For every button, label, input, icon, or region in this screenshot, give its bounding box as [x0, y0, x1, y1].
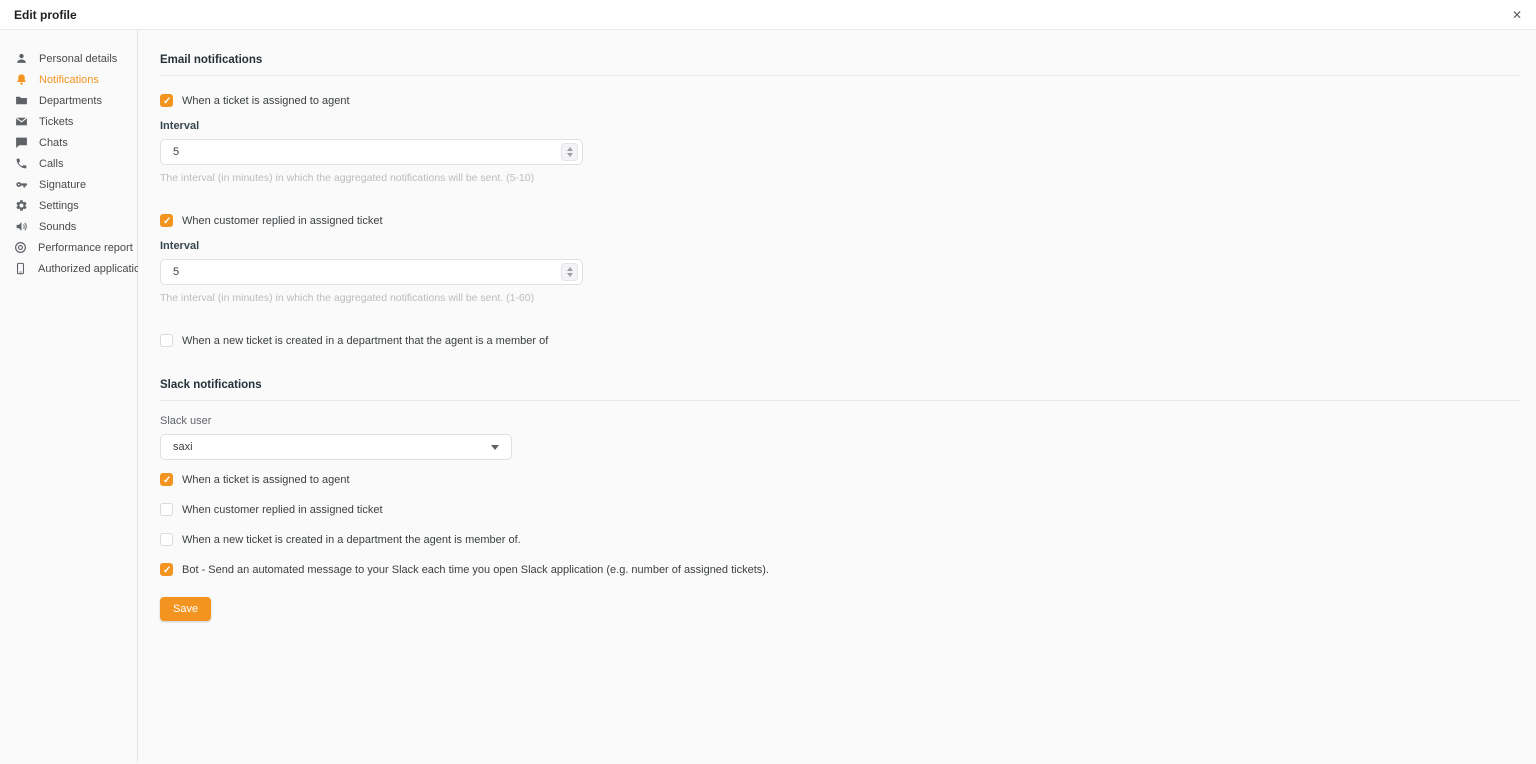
bell-icon — [14, 73, 28, 87]
sidebar-item-tickets[interactable]: Tickets — [0, 111, 137, 132]
interval-input[interactable] — [160, 139, 583, 165]
section-divider — [160, 400, 1520, 401]
stepper-up-icon[interactable] — [567, 147, 573, 151]
sidebar-item-label: Sounds — [39, 221, 76, 233]
checkbox-row-slack-new-ticket[interactable]: When a new ticket is created in a depart… — [160, 529, 1520, 550]
interval-input[interactable] — [160, 259, 583, 285]
sidebar-item-departments[interactable]: Departments — [0, 90, 137, 111]
email-notifications-heading: Email notifications — [160, 54, 1520, 66]
sidebar-item-settings[interactable]: Settings — [0, 195, 137, 216]
sidebar-item-label: Departments — [39, 95, 102, 107]
phone-icon — [14, 157, 28, 171]
checkbox[interactable] — [160, 473, 173, 486]
checkbox[interactable] — [160, 533, 173, 546]
checkbox-row-slack-customer-replied[interactable]: When customer replied in assigned ticket — [160, 499, 1520, 520]
checkbox-label: When a new ticket is created in a depart… — [182, 534, 521, 546]
sidebar-item-label: Settings — [39, 200, 79, 212]
checkbox-label: When a ticket is assigned to agent — [182, 474, 350, 486]
sidebar-item-authorized-applications[interactable]: Authorized applications — [0, 258, 137, 279]
checkbox-label: When customer replied in assigned ticket — [182, 215, 383, 227]
sidebar-item-calls[interactable]: Calls — [0, 153, 137, 174]
slack-user-label: Slack user — [160, 415, 1520, 427]
checkbox-row-slack-ticket-assigned[interactable]: When a ticket is assigned to agent — [160, 469, 1520, 490]
checkbox[interactable] — [160, 503, 173, 516]
number-stepper[interactable] — [561, 143, 578, 161]
stepper-down-icon[interactable] — [567, 153, 573, 157]
sidebar-item-sounds[interactable]: Sounds — [0, 216, 137, 237]
interval-input-wrap — [160, 259, 583, 285]
chat-icon — [14, 136, 28, 150]
sidebar-item-label: Tickets — [39, 116, 73, 128]
checkbox-row-ticket-assigned[interactable]: When a ticket is assigned to agent — [160, 94, 1520, 107]
checkbox[interactable] — [160, 334, 173, 347]
sidebar-item-label: Authorized applications — [38, 263, 152, 275]
settings-panel: Email notifications When a ticket is ass… — [138, 30, 1536, 763]
checkbox[interactable] — [160, 563, 173, 576]
checkbox[interactable] — [160, 214, 173, 227]
sidebar-item-label: Calls — [39, 158, 63, 170]
speaker-icon — [14, 220, 28, 234]
checkbox-row-new-ticket-department[interactable]: When a new ticket is created in a depart… — [160, 334, 1520, 347]
window-header: Edit profile ✕ — [0, 0, 1536, 30]
person-icon — [14, 52, 28, 66]
checkbox-row-slack-bot[interactable]: Bot - Send an automated message to your … — [160, 559, 1520, 580]
number-stepper[interactable] — [561, 263, 578, 281]
sidebar-item-personal-details[interactable]: Personal details — [0, 48, 137, 69]
save-button[interactable]: Save — [160, 597, 211, 621]
checkbox-label: Bot - Send an automated message to your … — [182, 564, 769, 576]
page-title: Edit profile — [14, 8, 77, 22]
sidebar-item-notifications[interactable]: Notifications — [0, 69, 137, 90]
interval-label: Interval — [160, 120, 1520, 132]
sidebar-item-chats[interactable]: Chats — [0, 132, 137, 153]
checkbox-label: When customer replied in assigned ticket — [182, 504, 383, 516]
sidebar-item-label: Signature — [39, 179, 86, 191]
slack-user-value: saxi — [173, 441, 193, 453]
interval-label: Interval — [160, 240, 1520, 252]
sidebar-item-label: Personal details — [39, 53, 117, 65]
sidebar-item-label: Notifications — [39, 74, 99, 86]
signature-icon — [14, 178, 28, 192]
stepper-up-icon[interactable] — [567, 267, 573, 271]
envelope-icon — [14, 115, 28, 129]
sidebar-item-signature[interactable]: Signature — [0, 174, 137, 195]
stepper-down-icon[interactable] — [567, 273, 573, 277]
section-divider — [160, 75, 1520, 76]
slack-notifications-heading: Slack notifications — [160, 379, 1520, 391]
main-layout: Personal details Notifications Departmen… — [0, 30, 1536, 763]
interval-field-assigned: Interval The interval (in minutes) in wh… — [160, 120, 1520, 184]
checkbox[interactable] — [160, 94, 173, 107]
checkbox-label: When a new ticket is created in a depart… — [182, 335, 548, 347]
interval-help-text: The interval (in minutes) in which the a… — [160, 292, 1520, 304]
sidebar-item-label: Chats — [39, 137, 68, 149]
slack-user-select[interactable]: saxi — [160, 434, 512, 460]
sidebar-item-performance-report[interactable]: Performance report — [0, 237, 137, 258]
interval-input-wrap — [160, 139, 583, 165]
report-icon — [14, 241, 27, 255]
gear-icon — [14, 199, 28, 213]
sidebar: Personal details Notifications Departmen… — [0, 30, 138, 763]
checkbox-label: When a ticket is assigned to agent — [182, 95, 350, 107]
interval-help-text: The interval (in minutes) in which the a… — [160, 172, 1520, 184]
sidebar-item-label: Performance report — [38, 242, 133, 254]
checkbox-row-customer-replied[interactable]: When customer replied in assigned ticket — [160, 214, 1520, 227]
device-icon — [14, 262, 27, 276]
interval-field-replied: Interval The interval (in minutes) in wh… — [160, 240, 1520, 304]
chevron-down-icon — [491, 445, 499, 450]
folder-icon — [14, 94, 28, 108]
close-icon[interactable]: ✕ — [1512, 9, 1522, 21]
